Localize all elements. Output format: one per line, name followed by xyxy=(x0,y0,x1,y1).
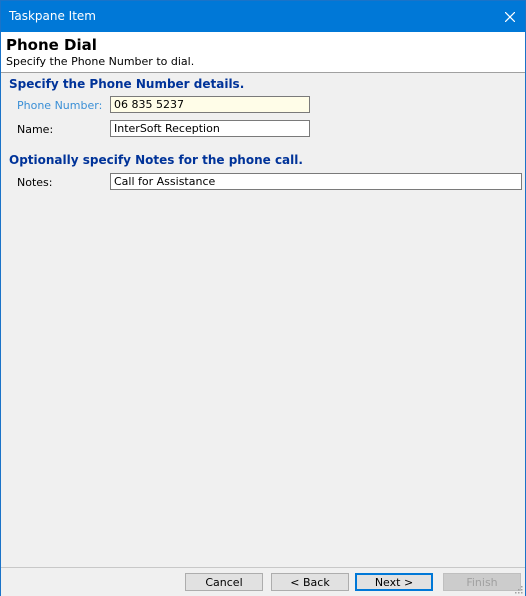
cancel-button[interactable]: Cancel xyxy=(185,573,263,591)
close-button[interactable] xyxy=(494,1,525,32)
name-input[interactable] xyxy=(110,120,310,137)
wizard-content: Specify the Phone Number details. Phone … xyxy=(1,73,525,569)
close-icon xyxy=(504,11,515,22)
dialog-window: Taskpane Item Phone Dial Specify the Pho… xyxy=(0,0,526,596)
resize-grip-icon[interactable] xyxy=(513,584,523,594)
finish-button[interactable]: Finish xyxy=(443,573,521,591)
title-bar[interactable]: Taskpane Item xyxy=(1,1,525,32)
notes-label: Notes: xyxy=(17,176,53,189)
notes-input[interactable] xyxy=(110,173,522,190)
back-button[interactable]: < Back xyxy=(271,573,349,591)
phone-number-input[interactable] xyxy=(110,96,310,113)
window-title: Taskpane Item xyxy=(9,9,96,23)
name-label: Name: xyxy=(17,123,54,136)
notes-section-title: Optionally specify Notes for the phone c… xyxy=(9,153,303,167)
wizard-footer: Cancel < Back Next > Finish xyxy=(1,567,525,596)
page-subtitle: Specify the Phone Number to dial. xyxy=(6,55,195,68)
phone-number-label: Phone Number: xyxy=(17,99,103,112)
page-title: Phone Dial xyxy=(6,36,97,54)
wizard-header: Phone Dial Specify the Phone Number to d… xyxy=(1,32,525,73)
next-button[interactable]: Next > xyxy=(355,573,433,591)
phone-section-title: Specify the Phone Number details. xyxy=(9,77,245,91)
